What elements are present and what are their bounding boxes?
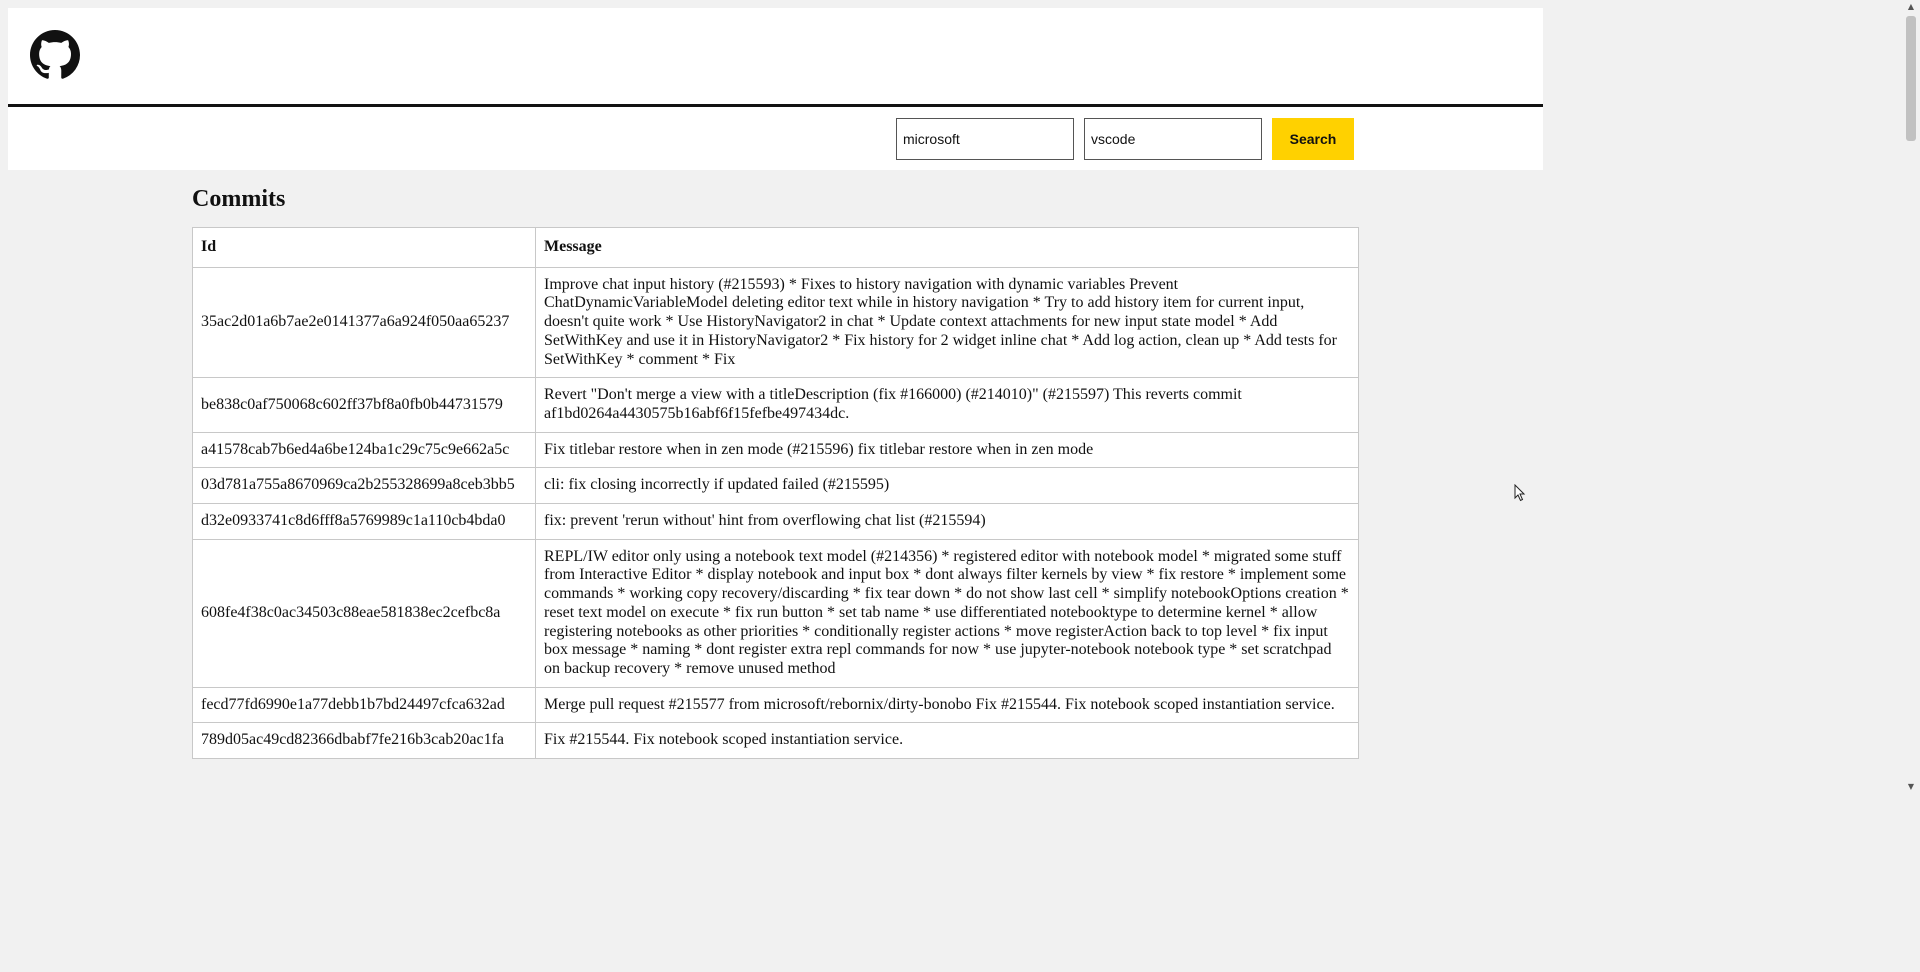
table-row: fecd77fd6990e1a77debb1b7bd24497cfca632ad…: [192, 686, 1359, 724]
main-content: Commits Id Message 35ac2d01a6b7ae2e01413…: [192, 176, 1359, 760]
table-header-row: Id Message: [192, 227, 1359, 268]
commit-id: a41578cab7b6ed4a6be124ba1c29c75c9e662a5c: [192, 431, 536, 469]
table-row: 789d05ac49cd82366dbabf7fe216b3cab20ac1fa…: [192, 722, 1359, 760]
page-title: Commits: [192, 186, 286, 212]
commit-id: 608fe4f38c0ac34503c88eae581838ec2cefbc8a: [192, 538, 536, 688]
commit-id: fecd77fd6990e1a77debb1b7bd24497cfca632ad: [192, 686, 536, 724]
table-row: d32e0933741c8d6fff8a5769989c1a110cb4bda0…: [192, 503, 1359, 540]
repo-input[interactable]: [1084, 118, 1262, 160]
commit-message: fix: prevent 'rerun without' hint from o…: [535, 503, 1359, 540]
github-icon[interactable]: [30, 30, 80, 80]
header: Search: [8, 8, 1543, 170]
commit-message: REPL/IW editor only using a notebook tex…: [535, 538, 1359, 688]
column-header-message: Message: [535, 227, 1359, 268]
commit-message: Fix #215544. Fix notebook scoped instant…: [535, 722, 1359, 760]
commit-id: 03d781a755a8670969ca2b255328699a8ceb3bb5: [192, 467, 536, 505]
vertical-scrollbar[interactable]: ▲ ▼: [1902, 0, 1920, 794]
table-row: be838c0af750068c602ff37bf8a0fb0b44731579…: [192, 377, 1359, 433]
page: Search Commits Id Message 35ac2d01a6b7ae…: [0, 0, 1550, 794]
commits-table: Id Message 35ac2d01a6b7ae2e0141377a6a924…: [192, 227, 1359, 760]
commit-id: 35ac2d01a6b7ae2e0141377a6a924f050aa65237: [192, 266, 536, 379]
table-row: a41578cab7b6ed4a6be124ba1c29c75c9e662a5c…: [192, 431, 1359, 469]
search-bar: Search: [896, 118, 1354, 160]
scroll-up-icon[interactable]: ▲: [1902, 0, 1920, 14]
column-header-id: Id: [192, 227, 536, 268]
commit-id: be838c0af750068c602ff37bf8a0fb0b44731579: [192, 377, 536, 433]
mouse-cursor-icon: [1514, 484, 1526, 502]
scroll-thumb[interactable]: [1906, 16, 1916, 141]
commit-message: Fix titlebar restore when in zen mode (#…: [535, 431, 1359, 469]
commit-id: 789d05ac49cd82366dbabf7fe216b3cab20ac1fa: [192, 722, 536, 760]
commit-message: Revert "Don't merge a view with a titleD…: [535, 377, 1359, 433]
table-row: 608fe4f38c0ac34503c88eae581838ec2cefbc8a…: [192, 538, 1359, 688]
commit-message: cli: fix closing incorrectly if updated …: [535, 467, 1359, 505]
commit-message: Improve chat input history (#215593) * F…: [535, 266, 1359, 379]
commit-id: d32e0933741c8d6fff8a5769989c1a110cb4bda0: [192, 503, 536, 540]
scroll-down-icon[interactable]: ▼: [1902, 780, 1920, 794]
header-divider: [8, 104, 1543, 107]
owner-input[interactable]: [896, 118, 1074, 160]
table-row: 35ac2d01a6b7ae2e0141377a6a924f050aa65237…: [192, 266, 1359, 379]
commit-message: Merge pull request #215577 from microsof…: [535, 686, 1359, 724]
search-button[interactable]: Search: [1272, 118, 1354, 160]
table-row: 03d781a755a8670969ca2b255328699a8ceb3bb5…: [192, 467, 1359, 505]
